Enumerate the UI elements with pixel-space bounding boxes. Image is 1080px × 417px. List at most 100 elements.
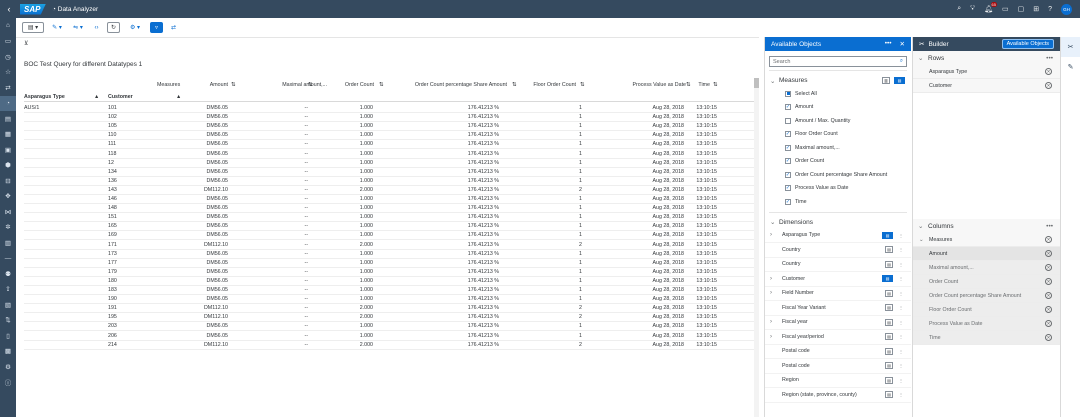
table-cell-date[interactable]: Aug 28, 2018 [614, 260, 684, 266]
sort-icon[interactable]: ⇅ [686, 82, 690, 88]
table-cell-max[interactable]: -- [252, 169, 308, 175]
col-header-maximal-amount[interactable]: Maximal amount,... [252, 82, 327, 88]
chevron-down-icon[interactable]: ⌄ [770, 218, 779, 226]
table-cell-date[interactable]: Aug 28, 2018 [614, 141, 684, 147]
measure-item[interactable]: Select All [765, 87, 911, 101]
table-cell-amount[interactable]: DM56.05 [184, 205, 229, 211]
checkbox[interactable] [785, 117, 791, 124]
table-cell-max[interactable]: -- [252, 342, 308, 348]
table-cell-time[interactable]: 13:10:15 [684, 141, 717, 147]
table-cell-floor[interactable]: 1 [544, 141, 582, 147]
table-row[interactable]: 105 DM56.05 -- 1.000 176.41213 % 1 Aug 28, 201… [24, 122, 754, 132]
table-cell-floor[interactable]: 1 [544, 105, 582, 111]
table-cell-amount[interactable]: DM56.05 [184, 114, 229, 120]
table-cell-time[interactable]: 13:10:15 [684, 305, 717, 311]
recent-icon[interactable]: ◷ [0, 49, 16, 65]
table-cell-amount[interactable]: DM56.05 [184, 251, 229, 257]
data-actions-icon[interactable]: ⊟ [0, 173, 16, 189]
table-cell-floor[interactable]: 1 [544, 278, 582, 284]
builder-column-item[interactable]: Amount ✕ [913, 247, 1060, 261]
table-cell-amount[interactable]: DM56.05 [184, 160, 229, 166]
table-cell-order-count[interactable]: 1.000 [324, 232, 373, 238]
table-cell-date[interactable]: Aug 28, 2018 [614, 205, 684, 211]
table-cell-max[interactable]: -- [252, 305, 308, 311]
table-cell-max[interactable]: -- [252, 178, 308, 184]
table-cell-floor[interactable]: 2 [544, 305, 582, 311]
remove-icon[interactable]: ✕ [1045, 292, 1052, 299]
more-vertical-icon[interactable]: ⋮ [897, 246, 905, 253]
table-cell-time[interactable]: 13:10:15 [684, 105, 717, 111]
table-cell-max[interactable]: -- [252, 333, 308, 339]
dimension-item[interactable]: Postal code ▤ ⋮ [765, 359, 911, 374]
checkbox[interactable]: ✓ [785, 104, 791, 111]
table-cell-floor[interactable]: 1 [544, 151, 582, 157]
builder-column-item[interactable]: Process Value as Date ✕ [913, 317, 1060, 331]
remove-icon[interactable]: ✕ [1045, 250, 1052, 257]
add-to-rows-icon[interactable]: ▤ [882, 275, 893, 283]
grid-scrollbar[interactable] [754, 78, 759, 417]
chevron-right-icon[interactable]: › [770, 319, 782, 325]
more-vertical-icon[interactable]: ⋮ [897, 319, 905, 326]
measure-item[interactable]: ✓ Maximal amount,... [765, 141, 911, 155]
measures-section-header[interactable]: ⌄ Measures ▥ ▤ [765, 74, 911, 87]
table-cell-time[interactable]: 13:10:15 [684, 187, 717, 193]
security-icon[interactable]: ⚉ [0, 266, 16, 282]
chat-icon[interactable]: ▭ [1002, 5, 1009, 13]
add-to-columns-icon[interactable]: ▥ [882, 77, 890, 84]
table-cell-pct[interactable]: 176.41213 % [424, 132, 499, 138]
more-vertical-icon[interactable]: ⋮ [897, 261, 905, 268]
chevron-right-icon[interactable]: › [770, 276, 782, 282]
table-cell-floor[interactable]: 1 [544, 205, 582, 211]
add-to-rows-icon[interactable]: ▤ [885, 304, 893, 312]
filter-bar-icon[interactable]: ⊻ [24, 40, 28, 47]
sort-icon[interactable]: ⇅ [713, 82, 717, 88]
table-cell-customer[interactable]: 151 [108, 214, 148, 220]
stories-icon[interactable]: ▤ [0, 111, 16, 127]
builder-row-item[interactable]: Customer ✕ [913, 79, 1060, 93]
help-icon[interactable]: ? [1048, 6, 1052, 13]
table-cell-date[interactable]: Aug 28, 2018 [614, 287, 684, 293]
table-cell-max[interactable]: -- [252, 160, 308, 166]
table-cell-order-count[interactable]: 2.000 [324, 242, 373, 248]
remove-icon[interactable]: ✕ [1045, 82, 1052, 89]
table-cell-order-count[interactable]: 1.000 [324, 278, 373, 284]
table-cell-floor[interactable]: 2 [544, 242, 582, 248]
table-cell-floor[interactable]: 1 [544, 132, 582, 138]
chevron-down-icon[interactable]: ⌄ [918, 54, 928, 62]
dimension-item[interactable]: Country ▤ ⋮ [765, 243, 911, 258]
table-cell-customer[interactable]: 179 [108, 269, 148, 275]
table-cell-pct[interactable]: 176.41213 % [424, 242, 499, 248]
table-cell-order-count[interactable]: 1.000 [324, 151, 373, 157]
table-cell-floor[interactable]: 1 [544, 287, 582, 293]
table-cell-floor[interactable]: 1 [544, 223, 582, 229]
col-header-process-value-date[interactable]: Process Value as Date [614, 82, 687, 88]
table-cell-pct[interactable]: 176.41213 % [424, 232, 499, 238]
table-cell-customer[interactable]: 105 [108, 123, 148, 129]
table-cell-max[interactable]: -- [252, 214, 308, 220]
shared-icon[interactable]: ⇄ [0, 80, 16, 96]
table-cell-customer[interactable]: 191 [108, 305, 148, 311]
table-cell-amount[interactable]: DM56.05 [184, 287, 229, 293]
col-header-amount[interactable]: Amount [196, 82, 228, 88]
transport-icon[interactable]: ⇅ [0, 313, 16, 329]
table-cell-time[interactable]: 13:10:15 [684, 151, 717, 157]
add-to-rows-icon[interactable]: ▤ [885, 391, 893, 399]
table-cell-pct[interactable]: 176.41213 % [424, 333, 499, 339]
table-cell-order-count[interactable]: 1.000 [324, 178, 373, 184]
col-header-order-count[interactable]: Order Count [324, 82, 374, 88]
table-cell-date[interactable]: Aug 28, 2018 [614, 323, 684, 329]
table-cell-customer[interactable]: 118 [108, 151, 148, 157]
dimension-item[interactable]: › Fiscal year ▤ ⋮ [765, 316, 911, 330]
settings-menu-button[interactable]: ⚙ ▾ [124, 22, 146, 33]
table-cell-floor[interactable]: 1 [544, 160, 582, 166]
mobile-icon[interactable]: ▯ [0, 328, 16, 344]
table-row[interactable]: 195 DM112.10 -- 2.000 176.41213 % 2 Aug 28, 20… [24, 313, 754, 323]
table-cell-order-count[interactable]: 2.000 [324, 342, 373, 348]
table-cell-order-count[interactable]: 1.000 [324, 205, 373, 211]
table-row[interactable]: 165 DM56.05 -- 1.000 176.41213 % 1 Aug 28, 201… [24, 222, 754, 232]
builder-column-item[interactable]: Maximal amount,... ✕ [913, 261, 1060, 275]
table-cell-amount[interactable]: DM56.05 [184, 214, 229, 220]
table-cell-date[interactable]: Aug 28, 2018 [614, 278, 684, 284]
dimension-item[interactable]: › Asparagus Type ▤ ⋮ [765, 229, 911, 243]
builder-row-item[interactable]: Asparagus Type ✕ [913, 65, 1060, 79]
